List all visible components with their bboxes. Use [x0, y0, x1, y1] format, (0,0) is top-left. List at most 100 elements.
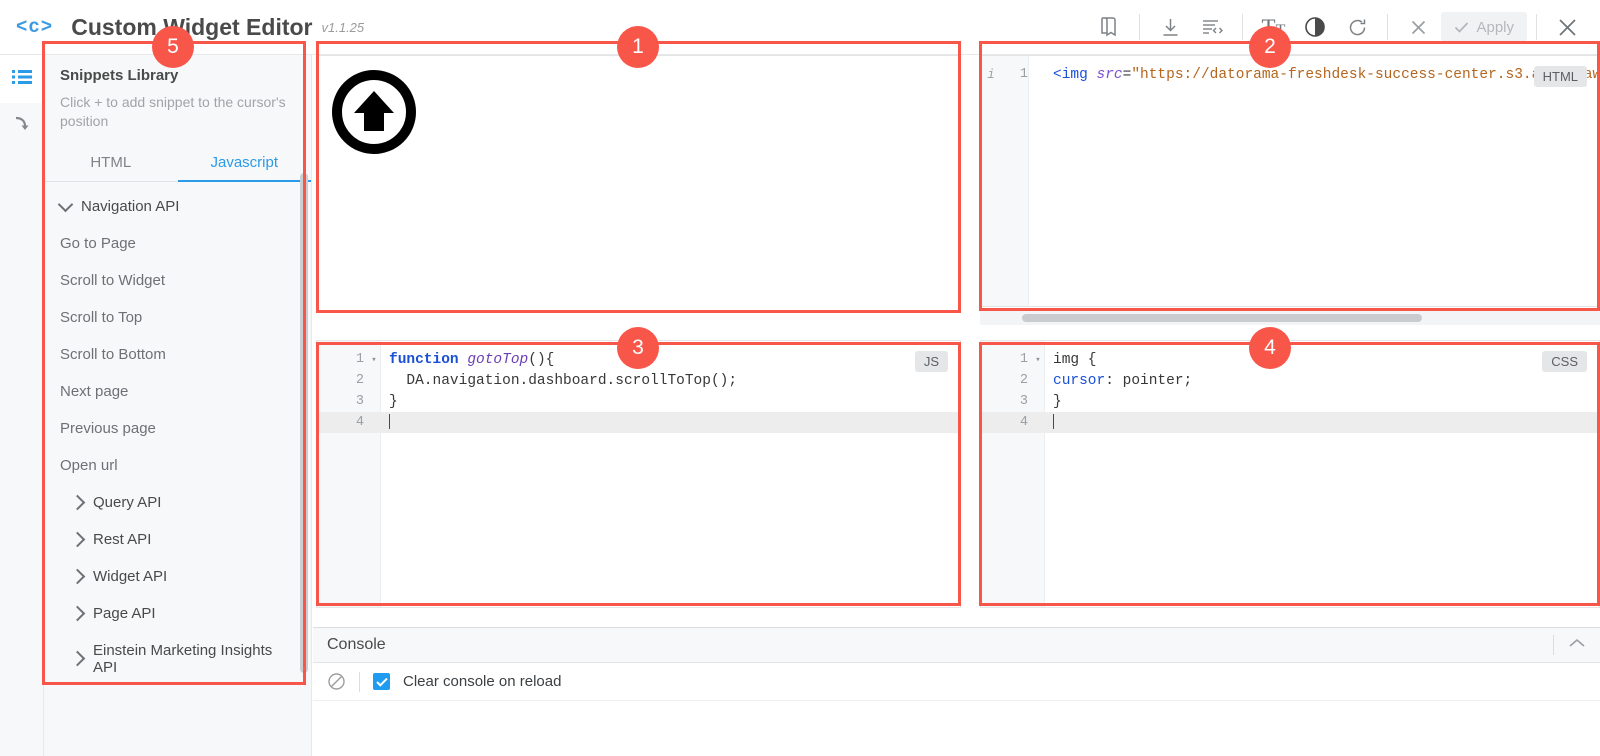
- clear-console-on-reload-label: Clear console on reload: [403, 673, 562, 690]
- line-number: 2: [1019, 373, 1028, 388]
- snippet-group-label: Query API: [93, 493, 162, 511]
- app-header: <c> Custom Widget Editor v1.1.25 TT Appl…: [0, 0, 1600, 55]
- html-editor[interactable]: HTML i 1 <img src="https://datorama-fres…: [980, 55, 1600, 307]
- js-editor[interactable]: JS 1 ▾ function gotoTop(){ 2 DA.navigati…: [316, 340, 961, 608]
- tab-javascript[interactable]: Javascript: [177, 147, 311, 182]
- tab-html[interactable]: HTML: [44, 147, 178, 181]
- code-line[interactable]: 3 }: [317, 391, 960, 412]
- toolbar-divider: [1387, 14, 1389, 40]
- snippet-group-einstein-marketing-insights-api[interactable]: Einstein Marketing Insights API: [44, 632, 311, 686]
- line-number: 1: [355, 352, 364, 367]
- code-text: cursor: pointer;: [1053, 372, 1193, 389]
- docs-icon[interactable]: [1088, 7, 1130, 47]
- snippets-list: Navigation API Go to Page Scroll to Widg…: [44, 182, 311, 686]
- code-line[interactable]: i 1 <img src="https://datorama-freshdesk…: [981, 64, 1599, 85]
- code-text: <img src="https://datorama-freshdesk-suc…: [1053, 66, 1599, 83]
- clear-icon[interactable]: [1397, 7, 1439, 47]
- custom-widget-editor-window: <c> Custom Widget Editor v1.1.25 TT Appl…: [0, 0, 1600, 756]
- code-line[interactable]: 2 DA.navigation.dashboard.scrollToTop();: [317, 370, 960, 391]
- snippet-group-label: Page API: [93, 604, 156, 622]
- snippet-item-previous-page[interactable]: Previous page: [44, 410, 311, 447]
- divider: [359, 671, 360, 692]
- line-number: 1: [1019, 67, 1028, 82]
- code-text: function gotoTop(){: [389, 351, 555, 368]
- snippets-tabs: HTML Javascript: [44, 147, 311, 182]
- code-text: }: [389, 393, 398, 410]
- js-lang-badge: JS: [914, 351, 948, 372]
- chevron-right-icon: [69, 651, 86, 667]
- info-icon[interactable]: i: [981, 68, 1001, 82]
- toolbar-divider: [1242, 14, 1244, 40]
- console-collapse-button[interactable]: [1553, 635, 1586, 655]
- chevron-right-icon: [69, 494, 86, 511]
- snippet-group-query-api[interactable]: Query API: [44, 484, 311, 521]
- line-number: 3: [355, 394, 364, 409]
- code-text: [1045, 414, 1054, 430]
- chevron-down-icon: [57, 196, 74, 213]
- clear-console-on-reload-checkbox[interactable]: [373, 673, 390, 690]
- apply-button[interactable]: Apply: [1441, 12, 1527, 42]
- editor-main-area: HTML i 1 <img src="https://datorama-fres…: [313, 55, 1600, 756]
- snippet-item-next-page[interactable]: Next page: [44, 373, 311, 410]
- app-version-label: v1.1.25: [321, 19, 365, 35]
- snippet-group-rest-api[interactable]: Rest API: [44, 521, 311, 558]
- snippet-item-scroll-to-top[interactable]: Scroll to Top: [44, 299, 311, 336]
- circle-up-arrow-icon[interactable]: [331, 69, 417, 155]
- code-line-active[interactable]: 4: [317, 412, 960, 433]
- rail-item-snippets[interactable]: [0, 55, 44, 103]
- code-text: }: [1053, 393, 1062, 410]
- snippets-library-title: Snippets Library: [60, 67, 179, 84]
- rail-item-undo[interactable]: [0, 103, 44, 151]
- app-logo-icon: <c>: [16, 16, 54, 38]
- fold-toggle[interactable]: ▾: [367, 355, 381, 365]
- code-line[interactable]: 2 cursor: pointer;: [981, 370, 1599, 391]
- console-panel: Console Clear console on reload: [313, 627, 1600, 756]
- divider: [1553, 635, 1554, 655]
- toolbar-divider: [1139, 14, 1141, 40]
- code-line[interactable]: 3 }: [981, 391, 1599, 412]
- html-editor-horizontal-scrollbar[interactable]: [980, 311, 1600, 325]
- chevron-up-icon: [1568, 636, 1586, 654]
- undo-arrow-icon: [12, 115, 32, 140]
- refresh-icon[interactable]: [1336, 7, 1378, 47]
- preview-panel: [316, 55, 961, 313]
- snippet-group-label: Widget API: [93, 567, 168, 585]
- page-title: Custom Widget Editor: [71, 13, 313, 40]
- snippet-item-open-url[interactable]: Open url: [44, 447, 311, 484]
- line-number: 2: [355, 373, 364, 388]
- chevron-right-icon: [69, 605, 86, 622]
- code-line[interactable]: 1 ▾ function gotoTop(){: [317, 349, 960, 370]
- console-toolbar: Clear console on reload: [313, 663, 1600, 701]
- line-number: 3: [1019, 394, 1028, 409]
- clear-console-icon[interactable]: [327, 672, 346, 691]
- close-icon[interactable]: [1546, 7, 1588, 47]
- download-icon[interactable]: [1149, 7, 1191, 47]
- snippet-item-go-to-page[interactable]: Go to Page: [44, 225, 311, 262]
- scrollbar-thumb[interactable]: [1022, 314, 1422, 322]
- code-line-active[interactable]: 4: [981, 412, 1599, 433]
- snippets-sidebar: Snippets Library Click + to add snippet …: [44, 55, 312, 756]
- snippet-group-widget-api[interactable]: Widget API: [44, 558, 311, 595]
- theme-toggle-icon[interactable]: [1294, 7, 1336, 47]
- font-size-icon[interactable]: TT: [1252, 7, 1294, 47]
- css-editor[interactable]: CSS 1 ▾ img { 2 cursor: pointer; 3} 4: [980, 340, 1600, 608]
- toolbar-divider: [1536, 14, 1537, 40]
- line-number: 1: [1019, 352, 1028, 367]
- html-editor-gutter: [981, 56, 1029, 306]
- snippet-item-scroll-to-widget[interactable]: Scroll to Widget: [44, 262, 311, 299]
- snippet-item-scroll-to-bottom[interactable]: Scroll to Bottom: [44, 336, 311, 373]
- snippet-group-page-api[interactable]: Page API: [44, 595, 311, 632]
- format-code-icon[interactable]: [1191, 7, 1233, 47]
- console-output: [313, 701, 1600, 755]
- snippets-library-subtitle: Click + to add snippet to the cursor's p…: [60, 94, 286, 129]
- sidebar-scrollbar[interactable]: [300, 173, 308, 673]
- snippet-group-navigation-api[interactable]: Navigation API: [44, 188, 311, 225]
- code-line[interactable]: 1 ▾ img {: [981, 349, 1599, 370]
- line-number: 4: [1019, 415, 1028, 430]
- snippet-group-label: Einstein Marketing Insights API: [93, 641, 273, 676]
- fold-toggle[interactable]: ▾: [1031, 355, 1045, 365]
- line-number: 4: [355, 415, 364, 430]
- code-text: DA.navigation.dashboard.scrollToTop();: [389, 372, 738, 389]
- css-lang-badge: CSS: [1542, 351, 1587, 372]
- snippets-list-icon: [12, 69, 32, 90]
